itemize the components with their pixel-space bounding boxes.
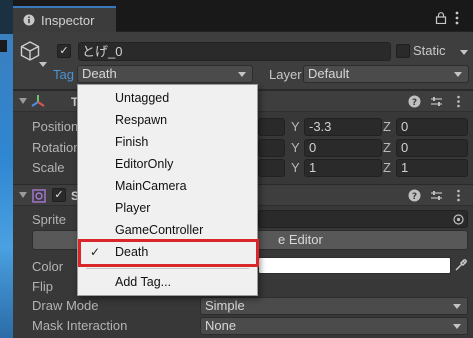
- sprite-label: Sprite: [32, 212, 66, 227]
- position-z-field[interactable]: 0: [396, 118, 468, 136]
- kebab-menu-icon[interactable]: [455, 11, 459, 25]
- scene-background: [0, 34, 13, 338]
- object-name-field[interactable]: とげ_0: [78, 42, 391, 61]
- static-checkbox[interactable]: [396, 44, 410, 58]
- color-swatch[interactable]: [258, 257, 451, 274]
- rotation-y-axis[interactable]: Y: [291, 140, 300, 155]
- tag-dropdown[interactable]: Death: [77, 65, 253, 83]
- draw-mode-label: Draw Mode: [32, 298, 99, 313]
- mask-interaction-value: None: [205, 318, 237, 333]
- position-y-axis[interactable]: Y: [291, 119, 300, 134]
- menu-item-editoronly[interactable]: EditorOnly: [78, 153, 257, 175]
- help-icon[interactable]: ?: [408, 189, 421, 202]
- rotation-label: Rotation: [32, 140, 81, 155]
- tab-label: Inspector: [41, 12, 95, 28]
- scene-notch: [0, 40, 7, 52]
- menu-item-finish[interactable]: Finish: [78, 131, 257, 153]
- scale-z-axis[interactable]: Z: [383, 160, 391, 175]
- layer-label: Layer: [269, 67, 302, 82]
- eyedropper-icon[interactable]: [454, 258, 468, 272]
- svg-text:?: ?: [412, 98, 417, 108]
- position-z-axis[interactable]: Z: [383, 119, 391, 134]
- preset-sliders-icon[interactable]: [430, 95, 443, 108]
- position-y-field[interactable]: -3.3: [304, 118, 382, 136]
- menu-item-maincamera[interactable]: MainCamera: [78, 175, 257, 197]
- active-checkbox[interactable]: ✓: [57, 44, 71, 58]
- info-icon: [23, 14, 35, 26]
- chevron-down-icon: [238, 72, 246, 77]
- kebab-menu-icon[interactable]: [452, 95, 465, 108]
- draw-mode-dropdown[interactable]: Simple: [200, 297, 468, 315]
- static-label: Static: [413, 43, 446, 58]
- sprite-object-field[interactable]: [258, 210, 468, 228]
- menu-item-untagged[interactable]: Untagged: [78, 87, 257, 109]
- menu-item-respawn[interactable]: Respawn: [78, 109, 257, 131]
- tag-label: Tag: [53, 67, 74, 82]
- scale-z-field[interactable]: 1: [396, 159, 468, 177]
- flip-label: Flip: [32, 279, 53, 294]
- preset-sliders-icon[interactable]: [430, 189, 443, 202]
- static-dropdown-arrow[interactable]: [460, 50, 468, 55]
- scale-x-field[interactable]: [258, 159, 285, 177]
- color-label: Color: [32, 259, 64, 274]
- object-picker-icon[interactable]: [453, 214, 464, 225]
- draw-mode-value: Simple: [205, 298, 245, 313]
- transform-axes-icon: [31, 95, 45, 107]
- kebab-menu-icon[interactable]: [452, 189, 465, 202]
- selection-highlight-box: [78, 239, 259, 267]
- sprite-renderer-icon: [32, 189, 46, 203]
- menu-item-add-tag[interactable]: Add Tag...: [78, 271, 257, 293]
- scale-y-field[interactable]: 1: [304, 159, 382, 177]
- tab-bar: Inspector: [13, 0, 473, 32]
- chevron-down-icon: [453, 304, 461, 309]
- lock-icon[interactable]: [435, 12, 447, 24]
- help-icon[interactable]: ?: [408, 95, 421, 108]
- open-sprite-editor-label: e Editor: [278, 232, 323, 247]
- foldout-arrow[interactable]: [19, 192, 27, 198]
- scale-label: Scale: [32, 160, 65, 175]
- tab-inspector[interactable]: Inspector: [13, 6, 116, 32]
- mask-interaction-label: Mask Interaction: [32, 318, 128, 333]
- layer-dropdown-value: Default: [308, 66, 350, 81]
- scene-view-edge: [0, 0, 13, 338]
- icon-dropdown-arrow[interactable]: [39, 62, 47, 67]
- position-x-field[interactable]: [258, 118, 285, 136]
- menu-item-player[interactable]: Player: [78, 197, 257, 219]
- menu-separator: [86, 268, 249, 269]
- chevron-down-icon: [453, 324, 461, 329]
- mask-interaction-dropdown[interactable]: None: [200, 317, 468, 335]
- sprite-renderer-enabled-checkbox[interactable]: ✓: [52, 188, 66, 202]
- rotation-z-field[interactable]: 0: [396, 139, 468, 157]
- gameobject-cube-icon: [20, 41, 40, 61]
- rotation-z-axis[interactable]: Z: [383, 140, 391, 155]
- chevron-down-icon: [454, 72, 462, 77]
- svg-text:?: ?: [412, 192, 417, 202]
- gameobject-header: ✓ とげ_0 Static Tag Death Layer Default: [13, 32, 473, 90]
- menu-item-gamecontroller[interactable]: GameController: [78, 219, 257, 241]
- scale-y-axis[interactable]: Y: [291, 160, 300, 175]
- foldout-arrow[interactable]: [19, 98, 27, 104]
- layer-dropdown[interactable]: Default: [303, 65, 469, 83]
- rotation-x-field[interactable]: [258, 139, 285, 157]
- rotation-y-field[interactable]: 0: [304, 139, 382, 157]
- tag-dropdown-value: Death: [82, 66, 117, 81]
- position-label: Position: [32, 119, 79, 134]
